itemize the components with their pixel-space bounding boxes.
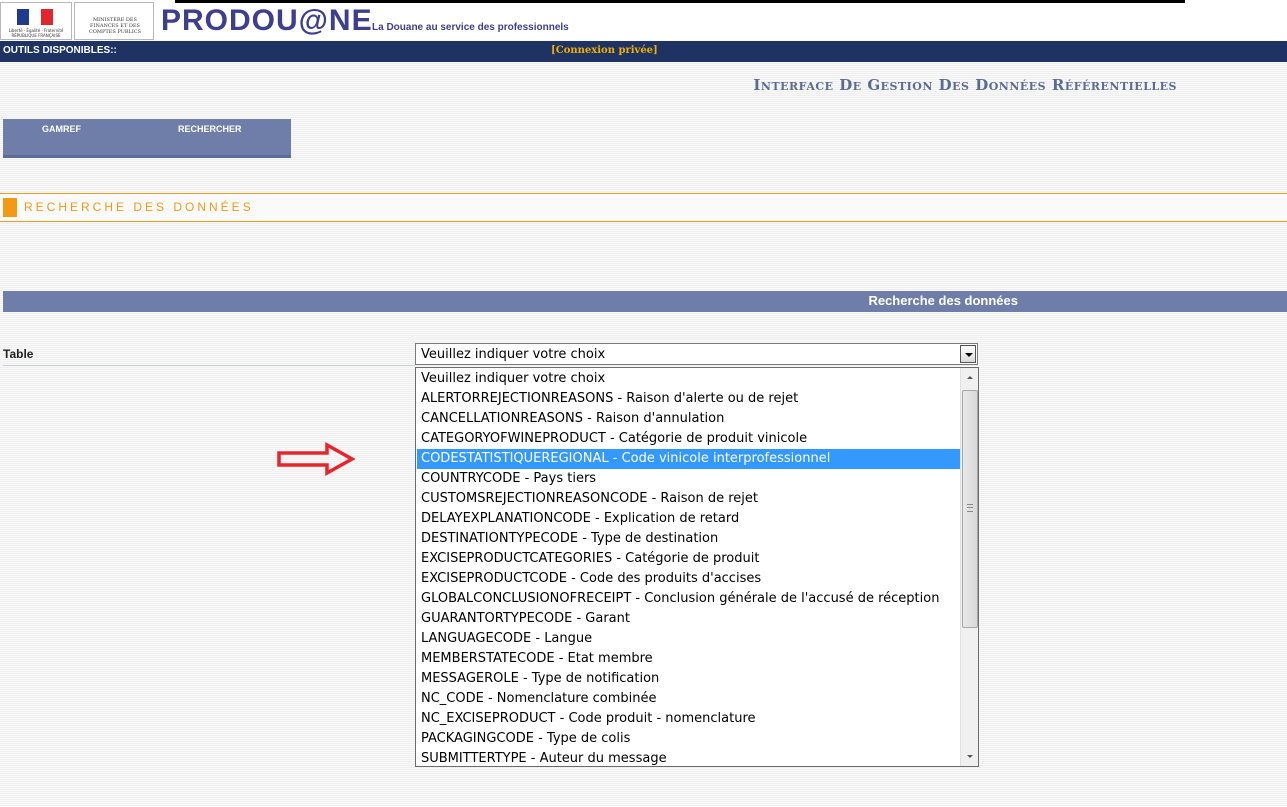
scrollbar-thumb[interactable] bbox=[962, 390, 978, 628]
search-band-title: Recherche des données bbox=[868, 293, 1018, 308]
dropdown-option[interactable]: CANCELLATIONREASONS - Raison d'annulatio… bbox=[417, 409, 961, 429]
brand-logo: PRODOU@NE bbox=[161, 4, 373, 37]
scroll-up-icon[interactable] bbox=[962, 369, 978, 386]
dropdown-option[interactable]: Veuillez indiquer votre choix bbox=[417, 369, 961, 389]
dropdown-option[interactable]: EXCISEPRODUCTCODE - Code des produits d'… bbox=[417, 569, 961, 589]
header: Liberté · Égalité · Fraternité RÉPUBLIQU… bbox=[0, 0, 1287, 40]
table-dropdown-list[interactable]: Veuillez indiquer votre choix ALERTORREJE… bbox=[415, 367, 979, 767]
section-title: RECHERCHE DES DONNÉES bbox=[24, 200, 254, 214]
dropdown-option[interactable]: DESTINATIONTYPECODE - Type de destinatio… bbox=[417, 529, 961, 549]
grip-icon bbox=[967, 504, 973, 512]
ministry-logo: MINISTÈRE DES FINANCES ET DES COMPTES PU… bbox=[74, 2, 154, 40]
dropdown-option[interactable]: DELAYEXPLANATIONCODE - Explication de re… bbox=[417, 509, 961, 529]
dropdown-option[interactable]: NC_CODE - Nomenclature combinée bbox=[417, 689, 961, 709]
scroll-down-icon[interactable] bbox=[962, 748, 978, 765]
dropdown-arrow-icon[interactable] bbox=[960, 345, 976, 363]
tab-bar: GAMREF RECHERCHER bbox=[3, 119, 291, 158]
ministry-logo-text: MINISTÈRE DES FINANCES ET DES COMPTES PU… bbox=[88, 17, 142, 35]
dropdown-option[interactable]: NC_EXCISEPRODUCT - Code produit - nomenc… bbox=[417, 709, 961, 729]
section-heading: RECHERCHE DES DONNÉES bbox=[0, 193, 1287, 222]
row-divider bbox=[3, 365, 415, 366]
section-marker bbox=[3, 198, 17, 217]
header-top-strip bbox=[175, 0, 1185, 3]
slogan: La Douane au service des professionnels bbox=[372, 22, 569, 33]
tools-label: OUTILS DISPONIBLES:: bbox=[3, 45, 117, 56]
dropdown-option[interactable]: EXCISEPRODUCTCATEGORIES - Catégorie de p… bbox=[417, 549, 961, 569]
table-select[interactable]: Veuillez indiquer votre choix bbox=[415, 343, 978, 365]
tab-gamref[interactable]: GAMREF bbox=[42, 124, 81, 134]
scrollbar[interactable] bbox=[960, 368, 978, 766]
dropdown-option[interactable]: GLOBALCONCLUSIONOFRECEIPT - Conclusion g… bbox=[417, 589, 961, 609]
dropdown-option[interactable]: CATEGORYOFWINEPRODUCT - Catégorie de pro… bbox=[417, 429, 961, 449]
page-title: Interface De Gestion Des Données Référen… bbox=[753, 76, 1177, 94]
republique-francaise-logo: Liberté · Égalité · Fraternité RÉPUBLIQU… bbox=[0, 2, 72, 40]
table-select-value: Veuillez indiquer votre choix bbox=[421, 347, 606, 362]
dropdown-option[interactable]: LANGUAGECODE - Langue bbox=[417, 629, 961, 649]
dropdown-option[interactable]: CODESTATISTIQUEREGIONAL - Code vinicole … bbox=[417, 449, 961, 469]
connexion-link[interactable]: [Connexion privée] bbox=[551, 45, 658, 56]
dropdown-option[interactable]: GUARANTORTYPECODE - Garant bbox=[417, 609, 961, 629]
red-arrow-icon bbox=[277, 442, 355, 476]
dropdown-option[interactable]: PACKAGINGCODE - Type de colis bbox=[417, 729, 961, 749]
table-label: Table bbox=[3, 347, 34, 361]
top-navigation-bar: OUTILS DISPONIBLES:: [Connexion privée] bbox=[0, 41, 1287, 62]
tab-rechercher[interactable]: RECHERCHER bbox=[178, 124, 242, 134]
option-list: Veuillez indiquer votre choix ALERTORREJE… bbox=[417, 369, 961, 766]
dropdown-option[interactable]: SUBMITTERTYPE - Auteur du message bbox=[417, 749, 961, 766]
dropdown-option[interactable]: MEMBERSTATECODE - Etat membre bbox=[417, 649, 961, 669]
search-band: Recherche des données bbox=[3, 291, 1287, 312]
dropdown-option[interactable]: MESSAGEROLE - Type de notification bbox=[417, 669, 961, 689]
dropdown-option[interactable]: COUNTRYCODE - Pays tiers bbox=[417, 469, 961, 489]
dropdown-option[interactable]: ALERTORREJECTIONREASONS - Raison d'alert… bbox=[417, 389, 961, 409]
french-flag-icon bbox=[17, 9, 53, 25]
republic-logo-text: Liberté · Égalité · Fraternité RÉPUBLIQU… bbox=[8, 28, 64, 38]
dropdown-option[interactable]: CUSTOMSREJECTIONREASONCODE - Raison de r… bbox=[417, 489, 961, 509]
